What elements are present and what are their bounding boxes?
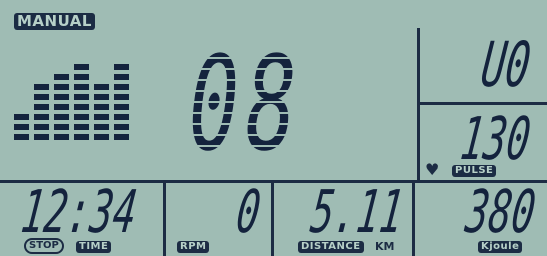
- profile-bar-segment: [74, 94, 89, 100]
- profile-bar-segment: [94, 94, 109, 100]
- mode-badge: MANUAL: [14, 13, 95, 30]
- pulse-value: 130: [457, 104, 535, 174]
- pulse-label: PULSE: [452, 165, 497, 177]
- profile-bar: [94, 60, 109, 140]
- profile-bar-segment: [114, 74, 129, 80]
- profile-bar-segment: [94, 84, 109, 90]
- distance-unit: KM: [375, 240, 395, 253]
- program-profile-graph: [14, 60, 134, 140]
- profile-bar-segment: [94, 124, 109, 130]
- stop-label: STOP: [29, 240, 59, 251]
- profile-bar-segment: [114, 124, 129, 130]
- time-value: 12:34: [17, 177, 141, 247]
- profile-bar-segment: [34, 134, 49, 140]
- profile-bar-segment: [74, 114, 89, 120]
- energy-value: 380: [462, 177, 540, 247]
- profile-bar: [34, 60, 49, 140]
- profile-bar-segment: [74, 84, 89, 90]
- profile-bar-segment: [54, 134, 69, 140]
- profile-bar-segment: [14, 114, 29, 120]
- profile-bar-segment: [54, 94, 69, 100]
- profile-bar: [54, 60, 69, 140]
- profile-bar-segment: [74, 134, 89, 140]
- rpm-value: 0: [232, 177, 265, 247]
- profile-bar-segment: [54, 74, 69, 80]
- profile-bar-segment: [54, 114, 69, 120]
- profile-bar-segment: [34, 104, 49, 110]
- distance-label: DISTANCE: [298, 241, 364, 253]
- profile-bar-segment: [74, 64, 89, 70]
- distance-value: 5.11: [307, 177, 408, 247]
- profile-bar: [74, 60, 89, 140]
- rpm-label: RPM: [177, 241, 210, 253]
- level-value: U0: [477, 30, 535, 102]
- profile-bar: [114, 60, 129, 140]
- profile-bar-segment: [54, 104, 69, 110]
- profile-bar-segment: [114, 104, 129, 110]
- profile-bar-segment: [94, 104, 109, 110]
- profile-bar-segment: [94, 114, 109, 120]
- profile-bar-segment: [54, 124, 69, 130]
- profile-bar-segment: [34, 94, 49, 100]
- rpm-distance-divider: [271, 180, 274, 256]
- profile-bar-segment: [114, 84, 129, 90]
- profile-bar-segment: [34, 114, 49, 120]
- energy-label: Kjoule: [478, 241, 523, 253]
- heart-icon: ♥: [425, 160, 440, 179]
- profile-bar-segment: [34, 84, 49, 90]
- profile-bar-segment: [114, 114, 129, 120]
- profile-bar-segment: [114, 64, 129, 70]
- profile-bar-segment: [114, 94, 129, 100]
- time-rpm-divider: [163, 180, 166, 256]
- time-label: TIME: [76, 241, 112, 253]
- profile-bar-segment: [94, 134, 109, 140]
- program-number-display: 08: [150, 48, 340, 160]
- dot-matrix-overlay: [150, 48, 340, 160]
- stop-indicator: STOP: [24, 238, 64, 254]
- profile-bar-segment: [74, 74, 89, 80]
- profile-bar-segment: [54, 84, 69, 90]
- profile-bar: [14, 60, 29, 140]
- profile-bar-segment: [114, 134, 129, 140]
- profile-bar-segment: [14, 134, 29, 140]
- distance-energy-divider: [412, 180, 415, 256]
- lcd-display: MANUAL 08 U0 130 ♥ PULSE 12:34 STOP TIME…: [0, 0, 547, 256]
- profile-bar-segment: [74, 104, 89, 110]
- profile-bar-segment: [34, 124, 49, 130]
- profile-bar-segment: [74, 124, 89, 130]
- profile-bar-segment: [14, 124, 29, 130]
